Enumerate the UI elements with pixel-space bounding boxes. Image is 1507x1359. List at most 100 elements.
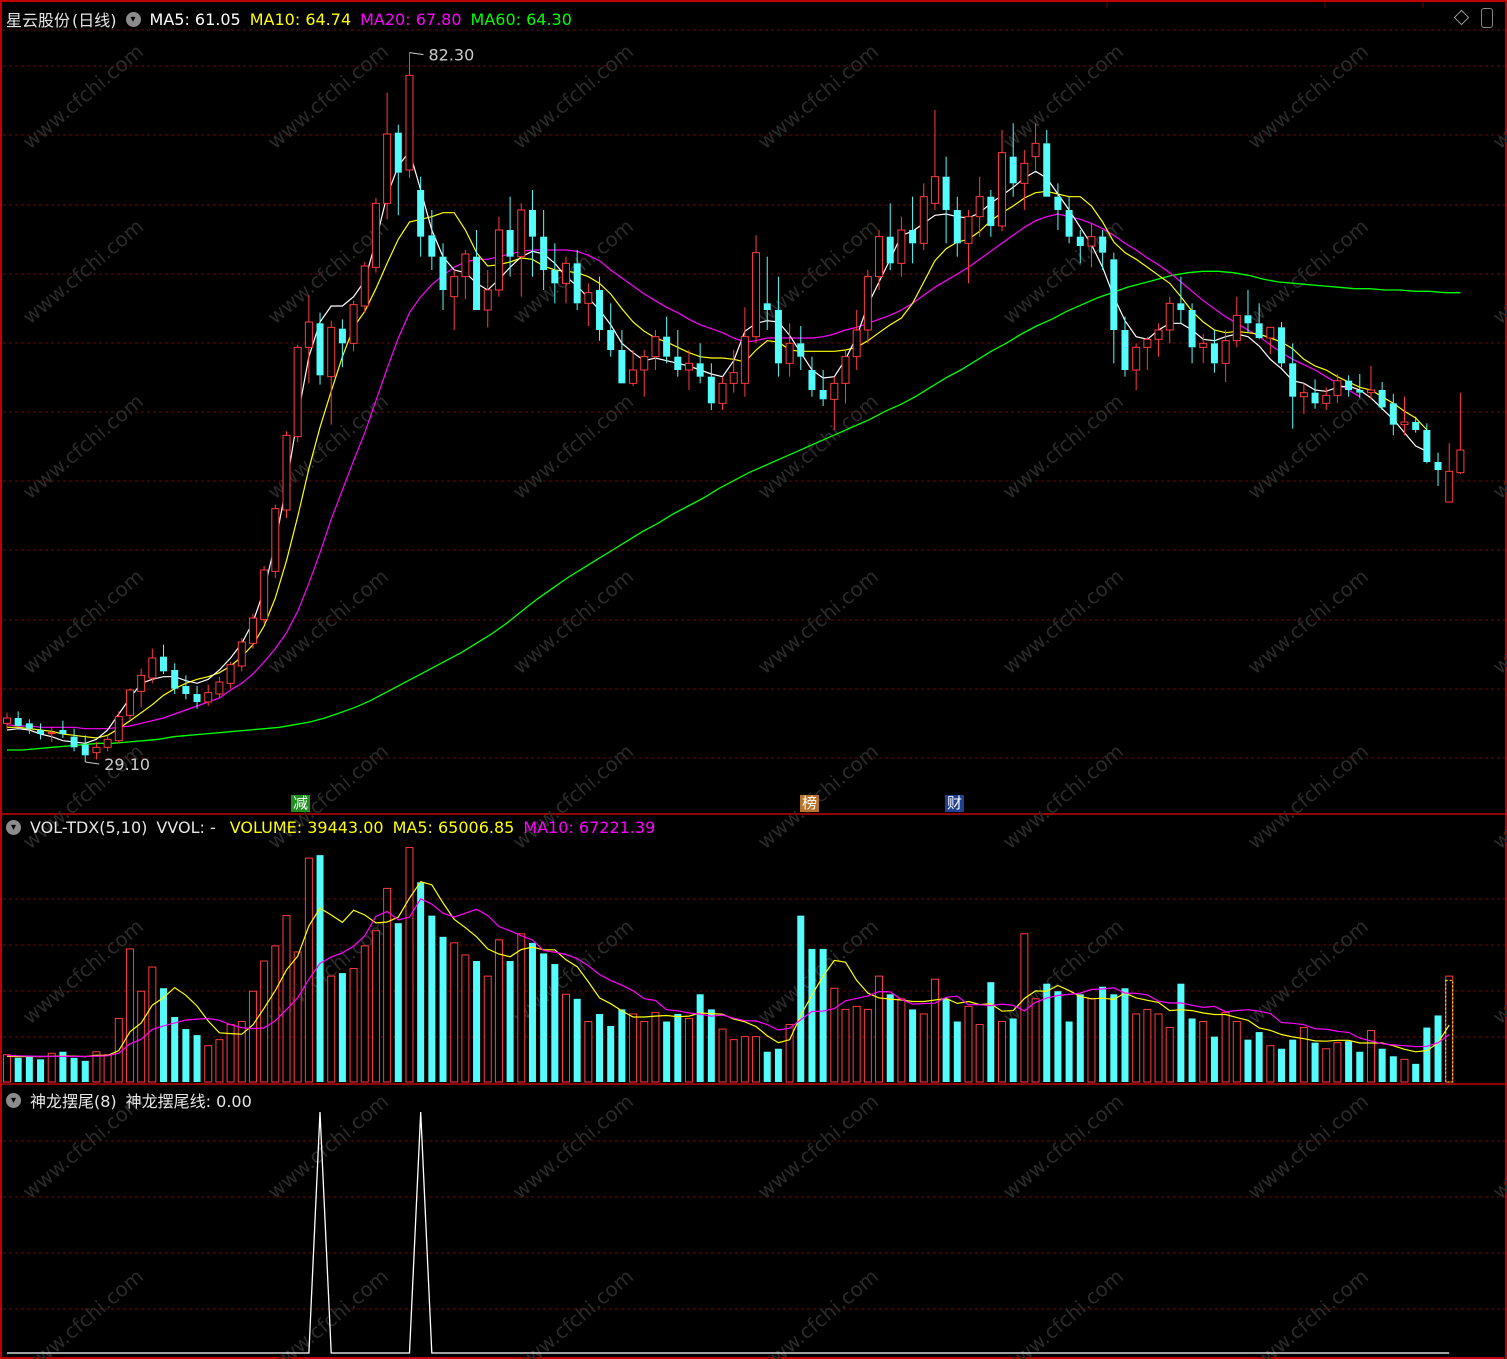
candle-body	[193, 694, 201, 702]
candle-body	[1299, 392, 1308, 398]
volume-bar	[841, 1008, 850, 1083]
volume-bar	[439, 936, 447, 1082]
watermark-text: www.cfchi.com	[753, 389, 883, 504]
watermark-text: www.cfchi.com	[508, 1089, 638, 1204]
price-panel-header: 星云股份 (日线) ▾ MA5: 61.05 MA10: 64.74 MA20:…	[6, 7, 581, 31]
watermark-text: www.cfchi.com	[1243, 1089, 1373, 1204]
volume-bar	[70, 1057, 78, 1082]
candle-body	[1154, 329, 1163, 340]
candle-body	[797, 343, 805, 357]
watermark-text: www.cfchi.com	[1488, 389, 1507, 504]
volume-bar	[47, 1052, 56, 1083]
candle-body	[1366, 389, 1375, 394]
volume-bar	[293, 951, 302, 1083]
vol-indicator-name: VOL-TDX(5,10)	[30, 818, 148, 837]
candle-body	[584, 292, 593, 304]
volume-bar	[1266, 1045, 1275, 1083]
vol-ma5-readout: MA5: 65006.85	[392, 818, 515, 837]
watermark-text: www.cfchi.com	[1243, 739, 1373, 854]
candle-body	[964, 216, 973, 244]
candle-body	[461, 253, 470, 278]
dropdown-icon[interactable]: ▾	[6, 1092, 21, 1108]
candle-body	[998, 152, 1007, 227]
watermark-text: www.cfchi.com	[263, 39, 393, 154]
watermark-text: www.cfchi.com	[998, 564, 1128, 679]
volume-bar	[1378, 1048, 1386, 1082]
watermark-layer: www.cfchi.com www.cfchi.com www.cfchi.com w…	[18, 39, 1507, 1359]
vvol-readout: VVOL: -	[156, 818, 216, 837]
tag-cai[interactable]: 财	[945, 795, 965, 812]
candle-body	[327, 326, 336, 378]
candle-body	[81, 744, 89, 756]
candle-body	[696, 363, 704, 377]
candle-body	[349, 304, 358, 344]
volume-bar	[897, 998, 906, 1083]
volume-bar	[729, 1039, 738, 1083]
candle-body	[360, 265, 369, 307]
candle-body	[819, 390, 827, 400]
candle-body	[573, 263, 581, 304]
candle-body	[293, 346, 302, 438]
candle-body	[114, 716, 123, 742]
vol-ma10-readout: MA10: 67221.39	[523, 818, 656, 837]
shenlong-indicator-name: 神龙摆尾(8)	[30, 1092, 117, 1111]
low-marker-arrow	[85, 761, 100, 765]
volume-bar	[1400, 1058, 1409, 1083]
volume-bar	[360, 945, 369, 1083]
volume-bar	[540, 953, 548, 1082]
volume-bar	[417, 882, 425, 1082]
candle-body	[1378, 390, 1386, 408]
candle-body	[841, 356, 850, 384]
candle-body	[1110, 259, 1118, 330]
dropdown-icon[interactable]: ▾	[125, 11, 141, 27]
candle-body	[1143, 338, 1152, 348]
volume-bar	[81, 1060, 89, 1082]
candle-body	[248, 617, 257, 644]
volume-bar	[629, 1013, 638, 1083]
volume-bar	[797, 915, 805, 1082]
volume-bar	[752, 1036, 761, 1083]
tag-bang[interactable]: 榜	[800, 795, 820, 812]
tag-jian[interactable]: 减	[291, 795, 311, 812]
dropdown-icon[interactable]: ▾	[6, 820, 21, 835]
candle-body	[1434, 462, 1442, 470]
chart-canvas[interactable]: www.cfchi.com www.cfchi.com www.cfchi.com w…	[0, 0, 1507, 1359]
candle-body	[1188, 310, 1196, 348]
candle-body	[930, 176, 939, 204]
volume-bar	[975, 1024, 984, 1083]
scrollbar-handle[interactable]	[1481, 8, 1493, 28]
candle-body	[863, 276, 872, 331]
candle-body	[1311, 392, 1319, 404]
candle-body	[674, 356, 682, 370]
candle-body	[1199, 342, 1208, 348]
volume-bar	[718, 1028, 727, 1083]
candle-body	[1031, 142, 1040, 158]
candle-body	[371, 202, 380, 268]
shenlong-line-layer	[7, 1111, 1450, 1354]
candle-body	[483, 289, 492, 311]
candle-body	[942, 176, 950, 210]
candle-body	[886, 236, 894, 264]
watermark-text: www.cfchi.com	[1488, 1089, 1507, 1204]
volume-bar	[1345, 1041, 1353, 1082]
volume-bar	[1389, 1056, 1397, 1082]
candle-body	[684, 362, 693, 371]
candle-body	[338, 328, 346, 344]
candle-body	[450, 276, 459, 298]
watermark-text: www.cfchi.com	[998, 39, 1128, 154]
watermark-text: www.cfchi.com	[1488, 1264, 1507, 1359]
volume-bar	[1244, 1039, 1252, 1082]
volume-bar	[1188, 1018, 1196, 1082]
watermark-text: www.cfchi.com	[1488, 564, 1507, 679]
volume-bar	[271, 945, 280, 1083]
candle-body	[182, 686, 190, 694]
volume-bar	[338, 973, 346, 1082]
volume-bar	[383, 887, 392, 1083]
volume-bar	[1009, 1018, 1017, 1082]
volume-bar	[171, 1016, 179, 1082]
volume-bar	[987, 982, 995, 1082]
candle-body	[125, 689, 134, 716]
watermark-text: www.cfchi.com	[1243, 39, 1373, 154]
candle-body	[562, 262, 570, 284]
volume-bar-layer	[3, 847, 1454, 1083]
